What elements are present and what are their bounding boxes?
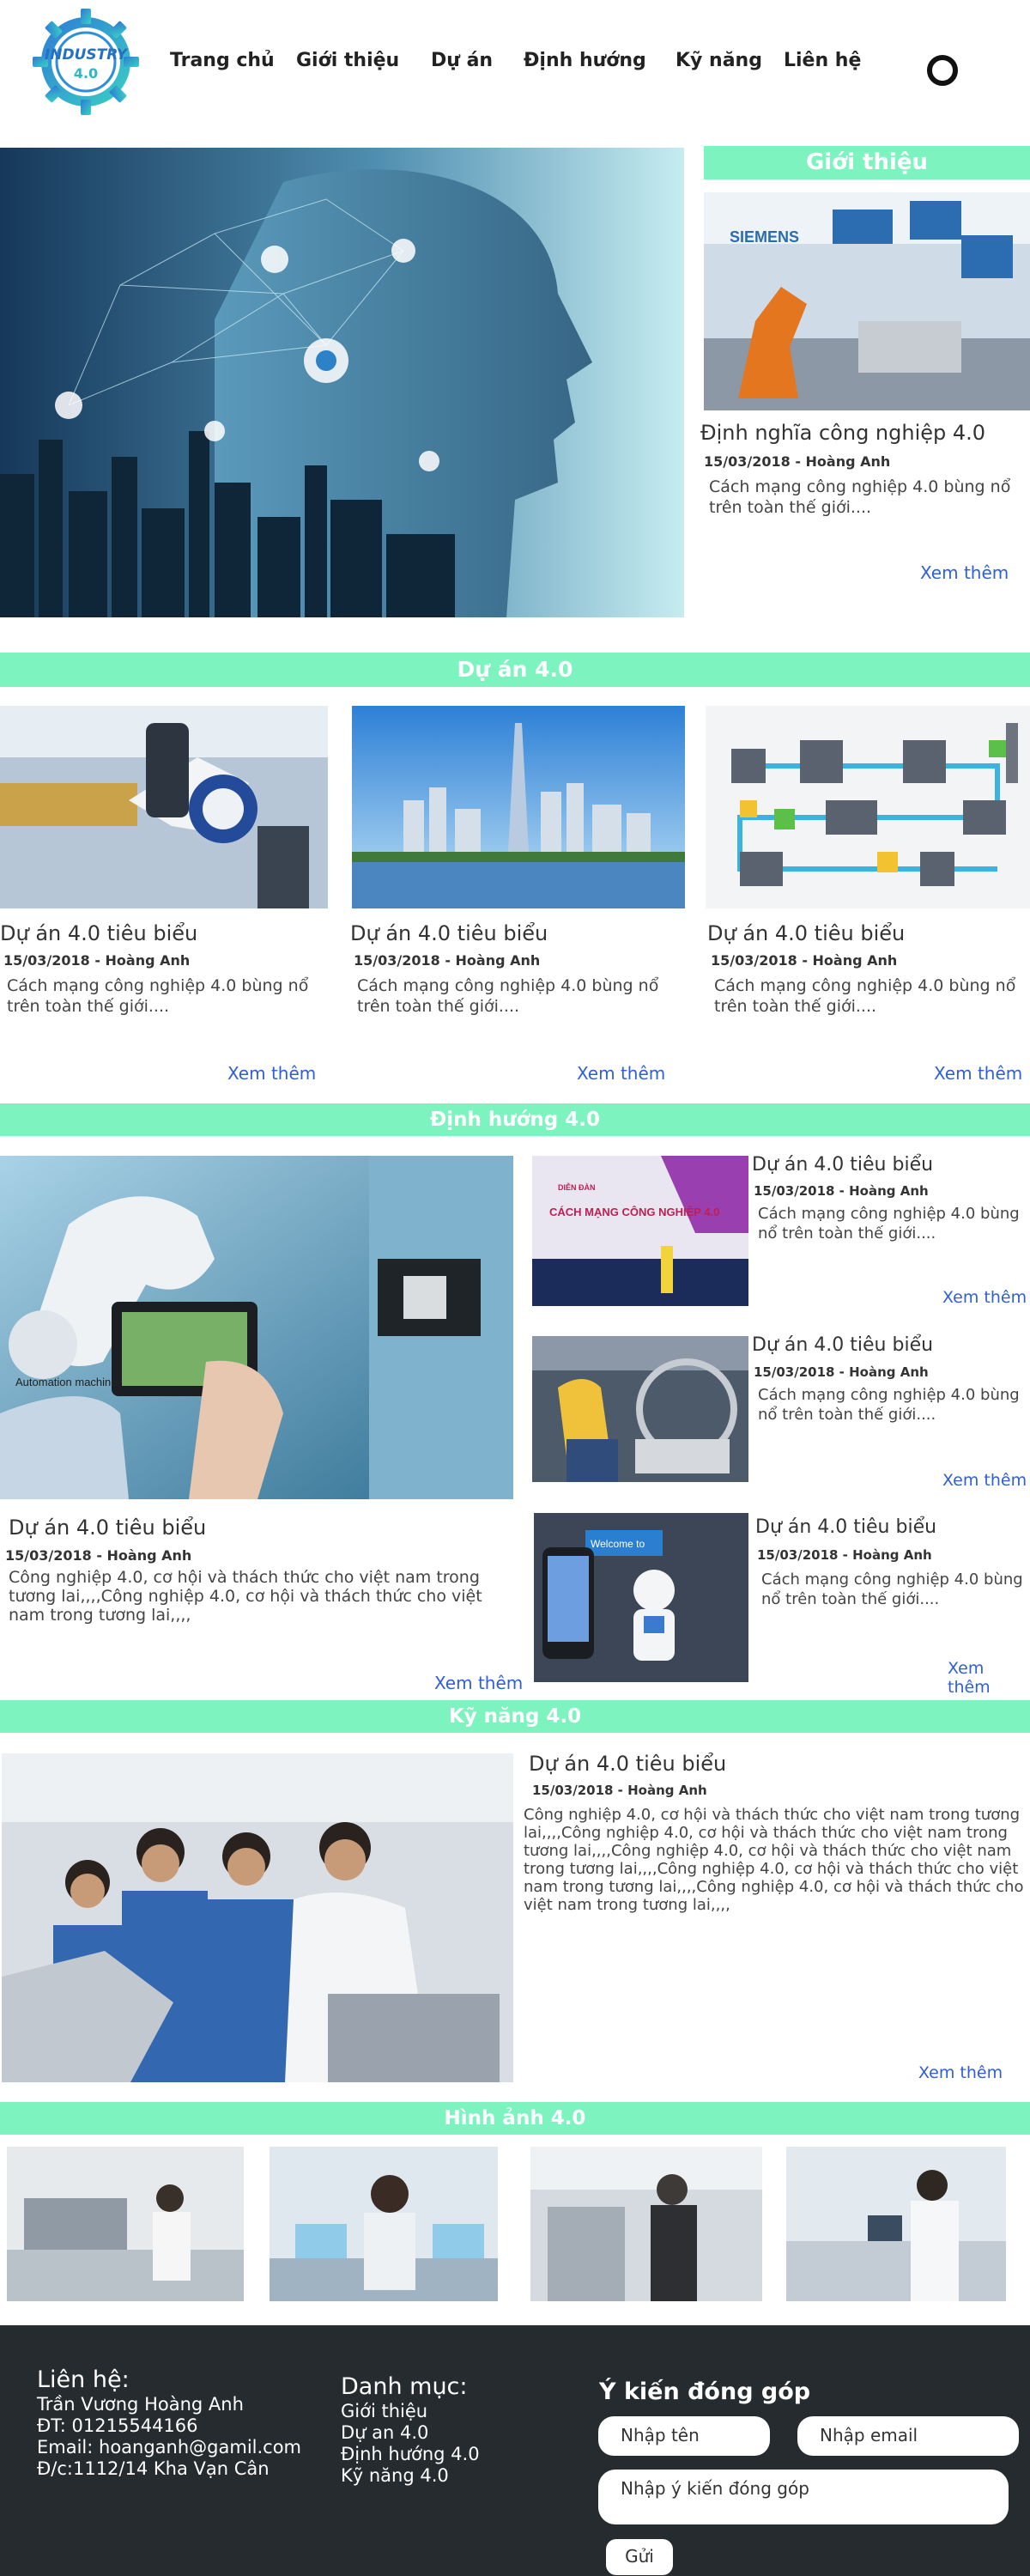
direction-banner: Định hướng 4.0 — [0, 1103, 1030, 1136]
skills-banner: Kỹ năng 4.0 — [0, 1700, 1030, 1733]
direction-item-3-desc: Cách mạng công nghiệp 4.0 bùng nổ trên t… — [761, 1571, 1023, 1608]
footer-contact-line-4: Đ/c:1112/14 Kha Vạn Cân — [37, 2458, 270, 2479]
direction-item-1-photo-text: CÁCH MẠNG CÔNG NGHIỆP 4.0 — [549, 1206, 719, 1218]
direction-item-3-meta: 15/03/2018 - Hoàng Anh — [757, 1547, 932, 1563]
direction-item-2-desc: Cách mạng công nghiệp 4.0 bùng nổ trên t… — [758, 1386, 1020, 1424]
direction-main-desc: Công nghiệp 4.0, cơ hội và thách thức ch… — [9, 1568, 482, 1625]
nav-item-skills[interactable]: Kỹ năng — [676, 50, 762, 71]
project-card-2-more-link[interactable]: Xem thêm — [577, 1063, 665, 1084]
direction-item-2-photo — [532, 1336, 748, 1482]
hero-image — [0, 148, 684, 617]
nav-item-direction[interactable]: Định hướng — [524, 50, 646, 71]
intro-title[interactable]: Định nghĩa công nghiệp 4.0 — [700, 421, 985, 445]
project-card-3-more-link[interactable]: Xem thêm — [934, 1063, 1022, 1084]
intro-more-link[interactable]: Xem thêm — [920, 562, 1009, 583]
direction-item-1-title[interactable]: Dự án 4.0 tiêu biểu — [752, 1154, 933, 1176]
direction-item-3-more-link[interactable]: Xem thêm — [948, 1659, 1030, 1697]
direction-main-meta: 15/03/2018 - Hoàng Anh — [5, 1547, 192, 1564]
intro-banner: Giới thiệu — [704, 146, 1030, 179]
search-circle-icon[interactable] — [927, 55, 958, 86]
direction-item-1-more-link[interactable]: Xem thêm — [942, 1288, 1027, 1307]
gallery-image-3[interactable] — [530, 2147, 762, 2301]
direction-main-title[interactable]: Dự án 4.0 tiêu biểu — [9, 1516, 206, 1540]
project-card-2-meta: 15/03/2018 - Hoàng Anh — [354, 952, 541, 969]
project-card-1-more-link[interactable]: Xem thêm — [227, 1063, 316, 1084]
footer-contact-heading: Liên hệ: — [37, 2366, 130, 2393]
footer-contact-line-3[interactable]: Email: hoanganh@gamil.com — [37, 2437, 301, 2458]
project-card-3-desc: Cách mạng công nghiệp 4.0 bùng nổ trên t… — [714, 976, 1016, 1016]
project-photo-2 — [352, 706, 685, 908]
name-input[interactable]: Nhập tên — [598, 2416, 770, 2456]
skills-meta: 15/03/2018 - Hoàng Anh — [532, 1783, 707, 1798]
submit-button[interactable]: Gửi — [606, 2539, 673, 2575]
nav-item-home[interactable]: Trang chủ — [170, 50, 275, 71]
gallery-image-4[interactable] — [786, 2147, 1006, 2301]
intro-meta: 15/03/2018 - Hoàng Anh — [704, 453, 891, 470]
footer-category-heading: Danh mục: — [341, 2373, 468, 2400]
intro-desc: Cách mạng công nghiệp 4.0 bùng nổ trên t… — [709, 477, 1011, 517]
nav-item-intro[interactable]: Giới thiệu — [296, 50, 399, 71]
direction-item-2-title[interactable]: Dự án 4.0 tiêu biểu — [752, 1334, 933, 1356]
footer: Liên hệ: Trần Vương Hoàng Anh ĐT: 012155… — [0, 2325, 1030, 2576]
site-logo[interactable]: INDUSTRY 4.0 — [31, 7, 141, 117]
direction-item-2-more-link[interactable]: Xem thêm — [942, 1471, 1027, 1490]
nav-item-contact[interactable]: Liên hệ — [784, 50, 861, 71]
logo-sub: 4.0 — [73, 65, 99, 82]
projects-banner: Dự án 4.0 — [0, 653, 1030, 687]
project-card-2-title[interactable]: Dự án 4.0 tiêu biểu — [350, 921, 548, 945]
direction-main-photo: Automation machine — [0, 1156, 513, 1499]
direction-item-1-meta: 15/03/2018 - Hoàng Anh — [754, 1183, 929, 1199]
gallery-image-2[interactable] — [270, 2147, 498, 2301]
feedback-heading: Ý kiến đóng góp — [599, 2379, 811, 2405]
skills-title[interactable]: Dự án 4.0 tiêu biểu — [529, 1752, 726, 1776]
feedback-textarea[interactable]: Nhập ý kiến đóng góp — [598, 2470, 1009, 2524]
skills-desc: Công nghiệp 4.0, cơ hội và thách thức ch… — [524, 1806, 1024, 1914]
email-input[interactable]: Nhập email — [797, 2416, 1019, 2456]
direction-item-3-photo: Welcome to — [534, 1513, 748, 1682]
project-card-3-meta: 15/03/2018 - Hoàng Anh — [711, 952, 898, 969]
direction-item-2-meta: 15/03/2018 - Hoàng Anh — [754, 1364, 929, 1380]
direction-item-3-photo-text: Welcome to — [591, 1538, 645, 1550]
project-photo-1 — [0, 706, 328, 908]
direction-item-3-title[interactable]: Dự án 4.0 tiêu biểu — [755, 1516, 936, 1538]
direction-main-more-link[interactable]: Xem thêm — [434, 1673, 523, 1693]
header: INDUSTRY 4.0 Trang chủ Giới thiệu Dự án … — [0, 0, 1030, 137]
skills-more-link[interactable]: Xem thêm — [918, 2063, 1003, 2082]
project-card-1-meta: 15/03/2018 - Hoàng Anh — [3, 952, 191, 969]
gallery-image-1[interactable] — [7, 2147, 244, 2301]
intro-photo: SIEMENS — [704, 192, 1030, 410]
direction-item-1-photo: DIỄN ĐÀN CÁCH MẠNG CÔNG NGHIỆP 4.0 — [532, 1156, 748, 1306]
project-card-1-desc: Cách mạng công nghiệp 4.0 bùng nổ trên t… — [7, 976, 309, 1016]
direction-item-1-desc: Cách mạng công nghiệp 4.0 bùng nổ trên t… — [758, 1205, 1020, 1242]
project-card-2-desc: Cách mạng công nghiệp 4.0 bùng nổ trên t… — [357, 976, 659, 1016]
intro-photo-text: SIEMENS — [730, 228, 799, 246]
footer-contact-line-2: ĐT: 01215544166 — [37, 2415, 198, 2436]
project-photo-3 — [706, 706, 1030, 908]
project-card-3-title[interactable]: Dự án 4.0 tiêu biểu — [707, 921, 905, 945]
direction-photo-label: Automation machine — [15, 1376, 118, 1388]
footer-category-direction[interactable]: Định hướng 4.0 — [341, 2444, 480, 2464]
footer-contact-line-1: Trần Vương Hoàng Anh — [37, 2394, 244, 2415]
direction-item-1-photo-tag: DIỄN ĐÀN — [558, 1182, 596, 1192]
footer-category-projects[interactable]: Dự an 4.0 — [341, 2422, 428, 2443]
logo-text: INDUSTRY — [44, 46, 128, 64]
skills-photo — [2, 1753, 513, 2082]
nav-item-projects[interactable]: Dự án — [431, 50, 493, 71]
footer-category-intro[interactable]: Giới thiệu — [341, 2401, 427, 2421]
project-card-1-title[interactable]: Dự án 4.0 tiêu biểu — [0, 921, 197, 945]
gallery-banner: Hình ảnh 4.0 — [0, 2102, 1030, 2135]
footer-category-skills[interactable]: Kỹ năng 4.0 — [341, 2465, 449, 2486]
